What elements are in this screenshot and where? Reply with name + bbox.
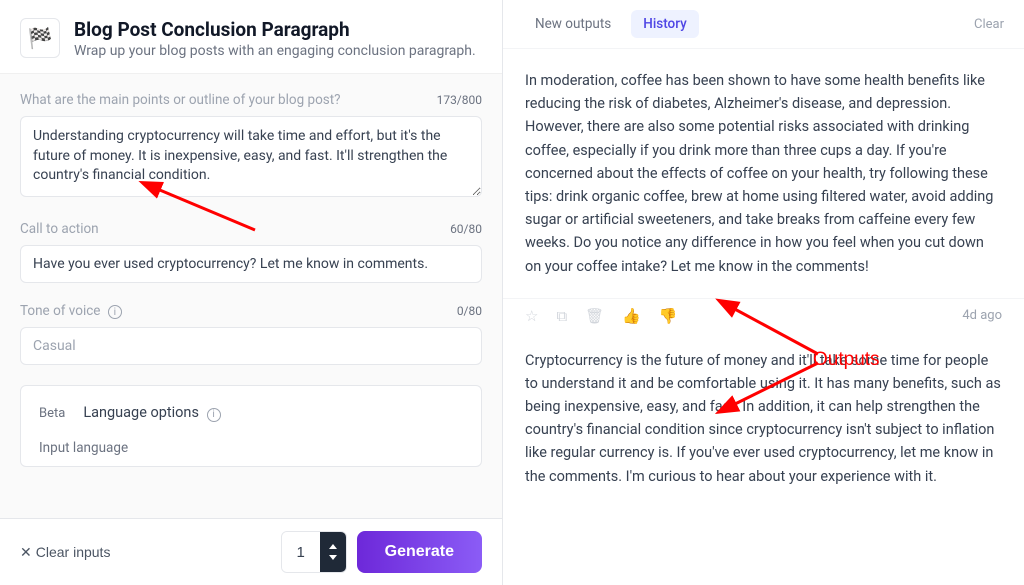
output-actions: ☆ ⧉ 🗑 👍 👎 4d ago: [503, 299, 1024, 329]
field-cta: Call to action 60/80: [20, 221, 482, 283]
main-points-label: What are the main points or outline of y…: [20, 92, 341, 108]
form-area: What are the main points or outline of y…: [0, 74, 502, 518]
page-subtitle: Wrap up your blog posts with an engaging…: [74, 43, 476, 59]
thumbs-up-icon[interactable]: 👍: [622, 307, 641, 325]
info-icon[interactable]: i: [108, 305, 122, 319]
output-item[interactable]: Cryptocurrency is the future of money an…: [503, 329, 1024, 508]
flag-icon: 🏁: [20, 18, 60, 58]
right-panel: New outputs History Clear In moderation,…: [503, 0, 1024, 585]
delete-icon[interactable]: 🗑: [585, 307, 604, 325]
input-language-label: Input language: [39, 440, 463, 456]
footer-bar: ✕ Clear inputs Generate: [0, 518, 502, 585]
field-tone: Tone of voice i 0/80: [20, 303, 482, 366]
outputs-list: In moderation, coffee has been shown to …: [503, 49, 1024, 585]
copy-icon[interactable]: ⧉: [556, 307, 567, 325]
cta-count: 60/80: [450, 222, 482, 236]
output-item[interactable]: In moderation, coffee has been shown to …: [503, 49, 1024, 299]
language-options-title: Language options i: [83, 404, 220, 422]
page-title: Blog Post Conclusion Paragraph: [74, 18, 476, 41]
clear-inputs-button[interactable]: ✕ Clear inputs: [20, 544, 110, 561]
quantity-step-icon[interactable]: [320, 532, 346, 572]
clear-outputs-button[interactable]: Clear: [974, 17, 1004, 32]
close-icon: ✕: [20, 544, 32, 561]
tone-input[interactable]: [20, 327, 482, 365]
field-main-points: What are the main points or outline of y…: [20, 92, 482, 201]
language-options-box: Beta Language options i Input language: [20, 385, 482, 467]
star-icon[interactable]: ☆: [525, 307, 538, 325]
output-timestamp: 4d ago: [962, 308, 1002, 323]
left-panel: 🏁 Blog Post Conclusion Paragraph Wrap up…: [0, 0, 503, 585]
info-icon[interactable]: i: [207, 408, 221, 422]
annotation-label: Outputs: [813, 349, 880, 371]
cta-input[interactable]: [20, 245, 482, 283]
tone-count: 0/80: [457, 304, 482, 318]
main-points-input[interactable]: [20, 116, 482, 197]
tab-new-outputs[interactable]: New outputs: [523, 10, 623, 38]
quantity-input[interactable]: [282, 532, 320, 572]
main-points-count: 173/800: [437, 93, 482, 107]
output-tabs: New outputs History Clear: [503, 0, 1024, 49]
thumbs-down-icon[interactable]: 👎: [659, 307, 678, 325]
quantity-stepper[interactable]: [281, 531, 347, 573]
template-header: 🏁 Blog Post Conclusion Paragraph Wrap up…: [0, 0, 502, 74]
beta-badge: Beta: [39, 406, 65, 421]
generate-button[interactable]: Generate: [357, 531, 482, 573]
tab-history[interactable]: History: [631, 10, 698, 38]
cta-label: Call to action: [20, 221, 99, 237]
tone-label: Tone of voice i: [20, 303, 122, 320]
